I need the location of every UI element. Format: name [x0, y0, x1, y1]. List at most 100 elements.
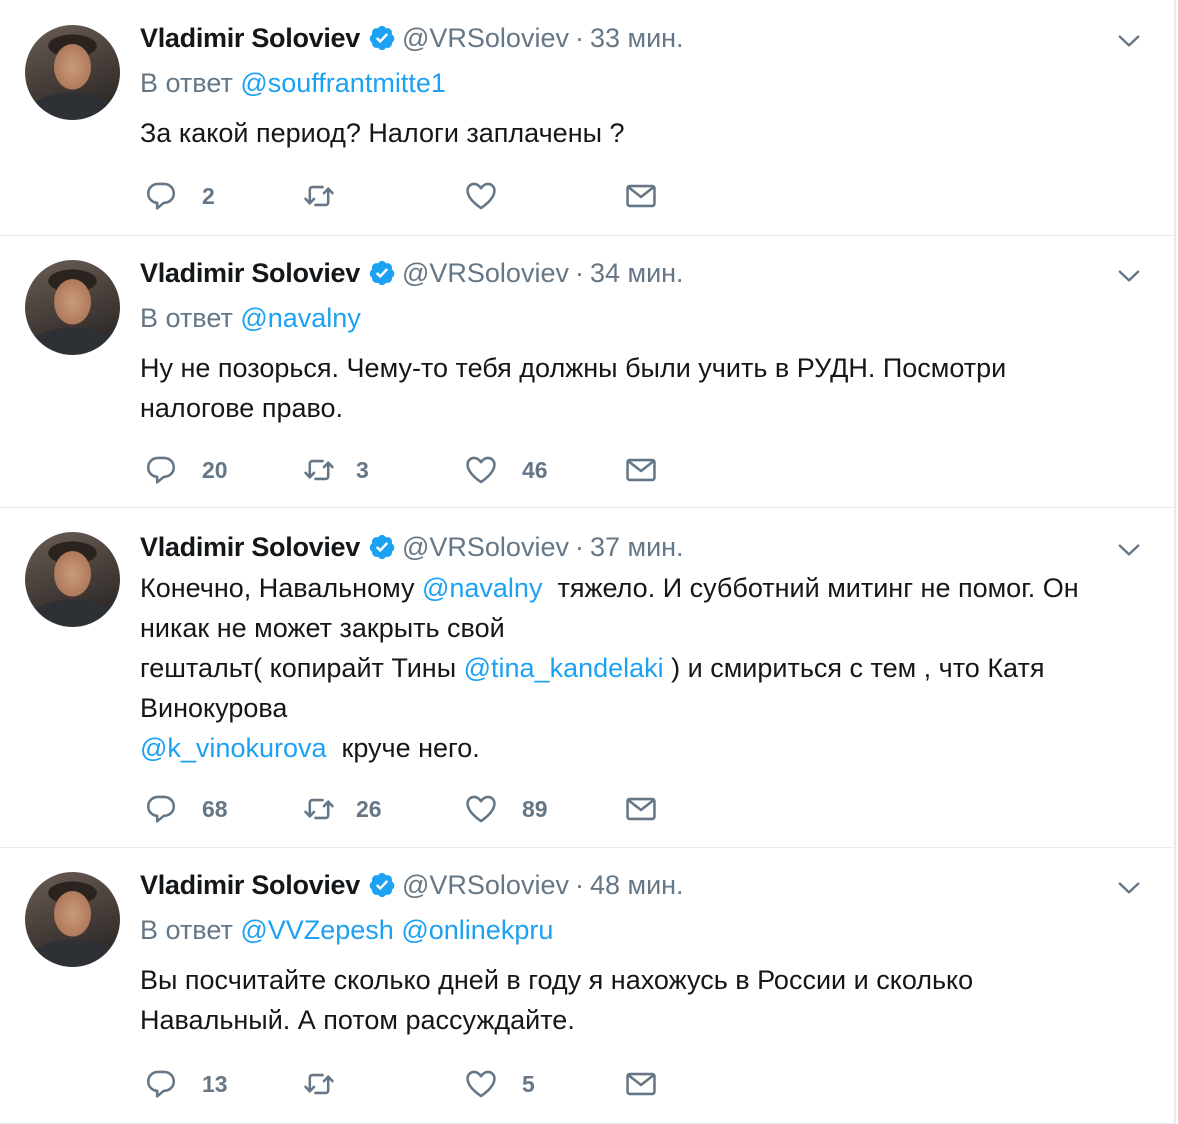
author-handle[interactable]: @VRSoloviev	[402, 532, 569, 563]
separator: ·	[574, 257, 584, 288]
author-handle[interactable]: @VRSoloviev	[402, 870, 569, 901]
reply-button[interactable]: 13	[144, 1064, 228, 1104]
reply-count: 68	[202, 795, 228, 822]
tweet-text: За какой период? Налоги заплачены ?	[140, 113, 1140, 153]
avatar[interactable]	[25, 872, 120, 967]
retweet-button[interactable]	[302, 1064, 336, 1104]
tweet-text-segment: Конечно, Навальному	[140, 573, 422, 603]
tweet-timeline: Vladimir Soloviev @VRSoloviev · 33 мин. …	[0, 0, 1178, 1124]
chevron-down-icon[interactable]	[1116, 263, 1142, 289]
tweet-header: Vladimir Soloviev @VRSoloviev · 48 мин.	[140, 867, 684, 903]
direct-message-button[interactable]	[624, 789, 658, 829]
retweet-button[interactable]	[302, 176, 336, 216]
envelope-icon	[624, 1067, 658, 1101]
tweet-text-line: Ну не позорься. Чему-то тебя должны были…	[140, 353, 1007, 383]
like-button[interactable]: 46	[464, 450, 548, 490]
chevron-down-icon[interactable]	[1116, 537, 1142, 563]
reply-mention[interactable]: @VVZepesh	[240, 915, 393, 945]
like-count: 89	[522, 795, 548, 822]
tweet-actions: 13 5	[140, 1064, 700, 1104]
heart-icon	[464, 792, 498, 826]
retweet-icon	[302, 792, 336, 826]
timestamp[interactable]: 48 мин.	[590, 870, 684, 901]
tweet[interactable]: Vladimir Soloviev @VRSoloviev · 37 мин. …	[0, 508, 1176, 848]
like-button[interactable]	[464, 176, 498, 216]
reply-context: В ответ @VVZepesh @onlinekpru	[140, 915, 553, 946]
like-count: 5	[522, 1070, 535, 1097]
envelope-icon	[624, 792, 658, 826]
avatar[interactable]	[25, 532, 120, 627]
avatar[interactable]	[25, 25, 120, 120]
author-name[interactable]: Vladimir Soloviev	[140, 870, 360, 901]
tweet[interactable]: Vladimir Soloviev @VRSoloviev · 33 мин. …	[0, 0, 1176, 236]
reply-count: 20	[202, 456, 228, 483]
author-name[interactable]: Vladimir Soloviev	[140, 532, 360, 563]
separator: ·	[574, 22, 584, 53]
retweet-count: 3	[356, 456, 369, 483]
chevron-down-icon[interactable]	[1116, 875, 1142, 901]
timestamp[interactable]: 33 мин.	[590, 23, 684, 54]
verified-badge-icon	[368, 259, 396, 287]
tweet-text-line: Конечно, Навальному @navalny тяжело. И с…	[140, 568, 1140, 608]
like-button[interactable]: 5	[464, 1064, 535, 1104]
tweet-actions: 68 26 89	[140, 789, 700, 829]
tweet-text: Ну не позорься. Чему-то тебя должны были…	[140, 348, 1140, 428]
tweet-text-line: Вы посчитайте сколько дней в году я нахо…	[140, 965, 974, 995]
tweet-text-segment: круче него.	[326, 733, 480, 763]
reply-mention[interactable]: @navalny	[240, 303, 360, 333]
verified-badge-icon	[368, 533, 396, 561]
tweet-text: Конечно, Навальному @navalny тяжело. И с…	[140, 568, 1140, 768]
tweet[interactable]: Vladimir Soloviev @VRSoloviev · 48 мин. …	[0, 848, 1176, 1124]
retweet-icon	[302, 179, 336, 213]
author-handle[interactable]: @VRSoloviev	[402, 23, 569, 54]
tweet-text-line: Навальный. А потом рассуждайте.	[140, 1005, 575, 1035]
reply-prefix: В ответ	[140, 303, 233, 333]
chevron-down-icon[interactable]	[1116, 28, 1142, 54]
reply-bubble-icon	[144, 1067, 178, 1101]
reply-button[interactable]: 2	[144, 176, 215, 216]
reply-mention[interactable]: @souffrantmitte1	[240, 68, 446, 98]
reply-context: В ответ @navalny	[140, 303, 361, 334]
mention-link[interactable]: @navalny	[422, 573, 542, 603]
reply-button[interactable]: 20	[144, 450, 228, 490]
author-name[interactable]: Vladimir Soloviev	[140, 258, 360, 289]
heart-icon	[464, 179, 498, 213]
reply-button[interactable]: 68	[144, 789, 228, 829]
envelope-icon	[624, 453, 658, 487]
tweet-text-segment: гештальт( копирайт Тины	[140, 653, 464, 683]
separator: ·	[574, 531, 584, 562]
tweet-text: Вы посчитайте сколько дней в году я нахо…	[140, 960, 1140, 1040]
mention-link[interactable]: @tina_kandelaki	[464, 653, 664, 683]
verified-badge-icon	[368, 24, 396, 52]
heart-icon	[464, 453, 498, 487]
direct-message-button[interactable]	[624, 176, 658, 216]
timestamp[interactable]: 34 мин.	[590, 258, 684, 289]
tweet-header: Vladimir Soloviev @VRSoloviev · 37 мин.	[140, 529, 684, 565]
retweet-button[interactable]: 3	[302, 450, 369, 490]
tweet-text-segment: тяжело. И субботний митинг не помог. Он	[542, 573, 1079, 603]
reply-bubble-icon	[144, 792, 178, 826]
author-name[interactable]: Vladimir Soloviev	[140, 23, 360, 54]
reply-mention[interactable]: @onlinekpru	[401, 915, 553, 945]
direct-message-button[interactable]	[624, 450, 658, 490]
retweet-button[interactable]: 26	[302, 789, 382, 829]
direct-message-button[interactable]	[624, 1064, 658, 1104]
mention-link[interactable]: @k_vinokurova	[140, 733, 327, 763]
retweet-icon	[302, 453, 336, 487]
reply-bubble-icon	[144, 453, 178, 487]
reply-prefix: В ответ	[140, 915, 233, 945]
tweet-text-line: налогове право.	[140, 393, 344, 423]
heart-icon	[464, 1067, 498, 1101]
author-handle[interactable]: @VRSoloviev	[402, 258, 569, 289]
tweet-text-line: @k_vinokurova круче него.	[140, 728, 1140, 768]
avatar[interactable]	[25, 260, 120, 355]
tweet-header: Vladimir Soloviev @VRSoloviev · 34 мин.	[140, 255, 684, 291]
like-button[interactable]: 89	[464, 789, 548, 829]
tweet-header: Vladimir Soloviev @VRSoloviev · 33 мин.	[140, 20, 684, 56]
retweet-icon	[302, 1067, 336, 1101]
tweet-text-content: За какой период? Налоги заплачены ?	[140, 118, 625, 148]
tweet-text-line: никак не может закрыть свой	[140, 613, 505, 643]
like-count: 46	[522, 456, 548, 483]
tweet[interactable]: Vladimir Soloviev @VRSoloviev · 34 мин. …	[0, 236, 1176, 508]
timestamp[interactable]: 37 мин.	[590, 532, 684, 563]
